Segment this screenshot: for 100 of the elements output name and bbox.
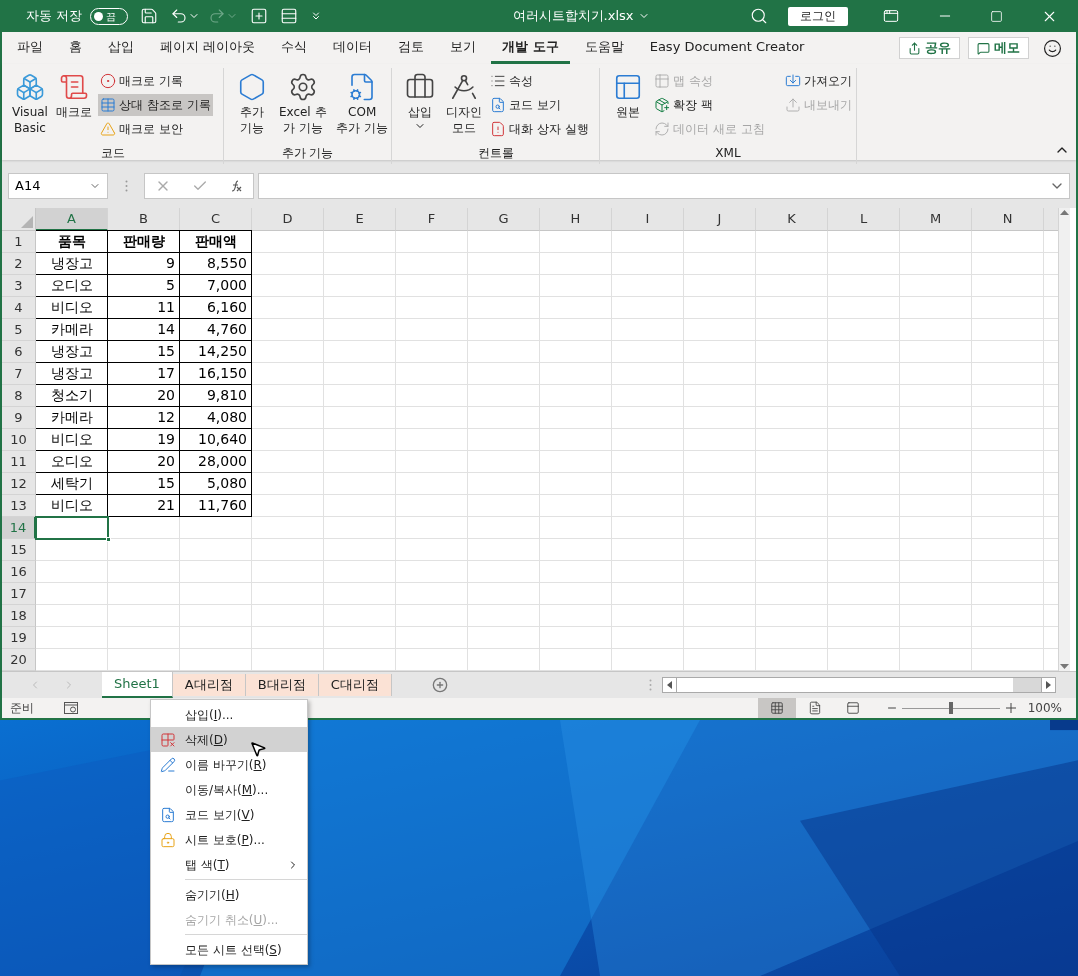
ribbon-small-button[interactable]: 확장 팩 (652, 94, 767, 116)
sheet-tab[interactable]: A대리점 (172, 674, 246, 696)
row-header[interactable]: 14 (2, 517, 36, 539)
zoom-slider-thumb[interactable] (948, 702, 953, 714)
scroll-up-icon[interactable] (1060, 210, 1069, 215)
formula-input[interactable] (258, 173, 1070, 199)
zoom-slider[interactable] (901, 701, 1000, 715)
menu-item[interactable]: 숨기기(H) (151, 877, 307, 907)
row-header[interactable]: 8 (2, 385, 36, 407)
row-header[interactable]: 3 (2, 275, 36, 297)
sheet-tab[interactable]: C대리점 (318, 674, 392, 696)
column-header[interactable]: B (108, 208, 180, 231)
row-header[interactable]: 16 (2, 561, 36, 583)
column-header[interactable]: E (324, 208, 396, 231)
sheet-tab[interactable]: Sheet1 (102, 672, 173, 698)
ribbon-tab[interactable]: 수식 (270, 32, 319, 64)
menu-item[interactable]: 이름 바꾸기(R) (151, 752, 307, 777)
column-header[interactable]: C (180, 208, 252, 231)
vertical-scrollbar[interactable] (1058, 208, 1070, 671)
menu-item[interactable]: 시트 보호(P)... (151, 827, 307, 852)
ribbon-small-button[interactable]: 매크로 보안 (98, 118, 213, 140)
view-button[interactable] (757, 698, 796, 718)
menu-item[interactable]: 모든 시트 선택(S) (151, 932, 307, 962)
row-header[interactable]: 12 (2, 473, 36, 495)
save-icon[interactable] (140, 7, 159, 25)
ribbon-large-button[interactable]: 삽입 (400, 70, 440, 146)
menu-item[interactable]: 이동/복사(M)... (151, 777, 307, 802)
ribbon-tab[interactable]: 검토 (387, 32, 436, 64)
undo-icon[interactable] (170, 7, 189, 25)
column-header[interactable]: D (252, 208, 324, 231)
zoom-in-icon[interactable] (1005, 703, 1016, 713)
row-header[interactable]: 2 (2, 253, 36, 275)
row-header[interactable]: 15 (2, 539, 36, 561)
new-file-icon[interactable] (250, 7, 269, 25)
warning-icon (100, 121, 116, 137)
menu-item[interactable]: 코드 보기(V) (151, 802, 307, 827)
ribbon-small-button[interactable]: 속성 (488, 70, 591, 92)
column-header[interactable]: A (36, 208, 108, 231)
ribbon-tab[interactable]: 데이터 (322, 32, 384, 64)
comments-button[interactable]: 메모 (968, 37, 1029, 59)
add-sheet-icon[interactable] (431, 677, 448, 693)
menu-item[interactable]: 삭제(D) (151, 727, 307, 752)
ribbon-tab[interactable]: 보기 (439, 32, 488, 64)
ribbon-tab[interactable]: 파일 (6, 32, 54, 64)
row-header[interactable]: 4 (2, 297, 36, 319)
column-header[interactable]: I (612, 208, 684, 231)
column-header[interactable]: J (684, 208, 756, 231)
ribbon-small-button[interactable]: 매크로 기록 (98, 70, 213, 92)
ribbon-large-button[interactable]: Excel 추 가 기능 (276, 70, 330, 146)
scroll-left-icon[interactable] (667, 681, 672, 689)
row-header[interactable]: 17 (2, 583, 36, 605)
row-header[interactable]: 19 (2, 627, 36, 649)
login-button[interactable]: 로그인 (788, 6, 848, 26)
ribbon-tab[interactable]: 페이지 레이아웃 (149, 32, 267, 64)
column-header[interactable]: K (756, 208, 828, 231)
sheet-tab[interactable]: B대리점 (245, 674, 319, 696)
maximize-icon[interactable] (990, 9, 1003, 23)
scroll-down-icon[interactable] (1060, 664, 1069, 669)
row-header[interactable]: 10 (2, 429, 36, 451)
ribbon-tab[interactable]: 도움말 (573, 32, 635, 64)
ribbon-display-icon[interactable] (883, 8, 899, 24)
row-header[interactable]: 5 (2, 319, 36, 341)
row-header[interactable]: 11 (2, 451, 36, 473)
row-header[interactable]: 1 (2, 231, 36, 253)
column-header[interactable]: F (396, 208, 468, 231)
ribbon-large-button[interactable]: Visual Basic (10, 70, 50, 146)
search-icon[interactable] (750, 7, 768, 25)
ribbon-tab[interactable]: 삽입 (97, 32, 145, 64)
ribbon-small-button[interactable]: 가져오기 (782, 70, 854, 92)
name-box[interactable]: A14 (8, 173, 108, 199)
horizontal-scrollbar[interactable] (662, 677, 1056, 693)
form-icon[interactable] (280, 7, 299, 25)
ribbon-tab[interactable]: Easy Document Creator (638, 32, 816, 64)
feedback-icon[interactable] (1043, 38, 1062, 58)
table-icon (100, 97, 116, 113)
column-header[interactable]: M (900, 208, 972, 231)
ribbon-small-button[interactable]: 상대 참조로 기록 (98, 94, 213, 116)
macro-record-icon[interactable] (64, 702, 78, 714)
row-header[interactable]: 13 (2, 495, 36, 517)
menu-item[interactable]: 삽입(I)... (151, 702, 307, 727)
row-header[interactable]: 9 (2, 407, 36, 429)
row-header[interactable]: 7 (2, 363, 36, 385)
menu-item[interactable]: 탭 색(T) (151, 852, 307, 877)
ribbon-large-button[interactable]: 추가 기능 (232, 70, 272, 146)
column-header[interactable]: L (828, 208, 900, 231)
scroll-right-icon[interactable] (1046, 681, 1051, 689)
row-header[interactable]: 6 (2, 341, 36, 363)
column-header[interactable]: N (972, 208, 1044, 231)
row-header[interactable]: 18 (2, 605, 36, 627)
ribbon-small-button[interactable]: 코드 보기 (488, 94, 591, 116)
ribbon-large-button[interactable]: 디자인 모드 (444, 70, 484, 146)
ribbon-large-button[interactable]: 매크로 (54, 70, 94, 146)
share-button[interactable]: 공유 (899, 37, 960, 59)
ribbon-small-button[interactable]: 대화 상자 실행 (488, 118, 591, 140)
column-header[interactable]: H (540, 208, 612, 231)
ribbon-tab[interactable]: 홈 (58, 32, 93, 64)
ribbon-large-button[interactable]: COM 추가 기능 (333, 70, 391, 146)
row-header[interactable]: 20 (2, 649, 36, 671)
ribbon-large-button[interactable]: 원본 (608, 70, 648, 146)
column-header[interactable]: G (468, 208, 540, 231)
